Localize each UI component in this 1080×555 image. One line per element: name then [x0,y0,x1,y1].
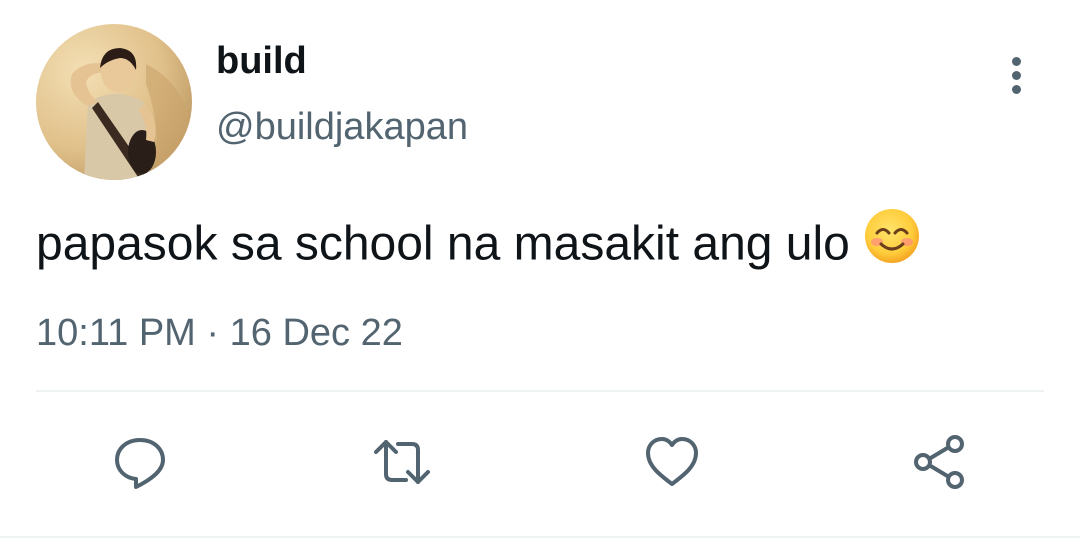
tweet-text-content: papasok sa school na masakit ang ulo [36,217,850,271]
smiling-face-emoji-icon [864,208,920,278]
more-options-icon [1011,56,1021,66]
retweet-button[interactable] [370,430,434,494]
more-options-dot [1011,84,1021,94]
bottom-divider [0,536,1080,538]
author-handle[interactable]: @buildjakapan [216,104,468,150]
tweet-card: build @buildjakapan papasok sa school na… [0,0,1080,555]
tweet-text: papasok sa school na masakit ang ulo [36,209,920,282]
share-icon [914,435,964,489]
reply-icon [115,438,165,489]
tweet-actions [0,430,1080,500]
tweet-timestamp[interactable]: 10:11 PM · 16 Dec 22 [36,310,403,356]
divider [36,390,1044,392]
tweet-date: 16 Dec 22 [229,312,403,354]
share-button[interactable] [908,430,972,494]
reply-button[interactable] [108,430,172,494]
more-options-dot [1011,70,1021,80]
like-button[interactable] [640,430,704,494]
author-display-name[interactable]: build [216,38,307,84]
tweet-time: 10:11 PM [36,312,196,354]
retweet-icon [374,440,430,484]
more-options-button[interactable] [996,50,1036,100]
avatar[interactable] [36,24,192,180]
like-icon [646,437,698,486]
meta-separator: · [206,312,220,354]
